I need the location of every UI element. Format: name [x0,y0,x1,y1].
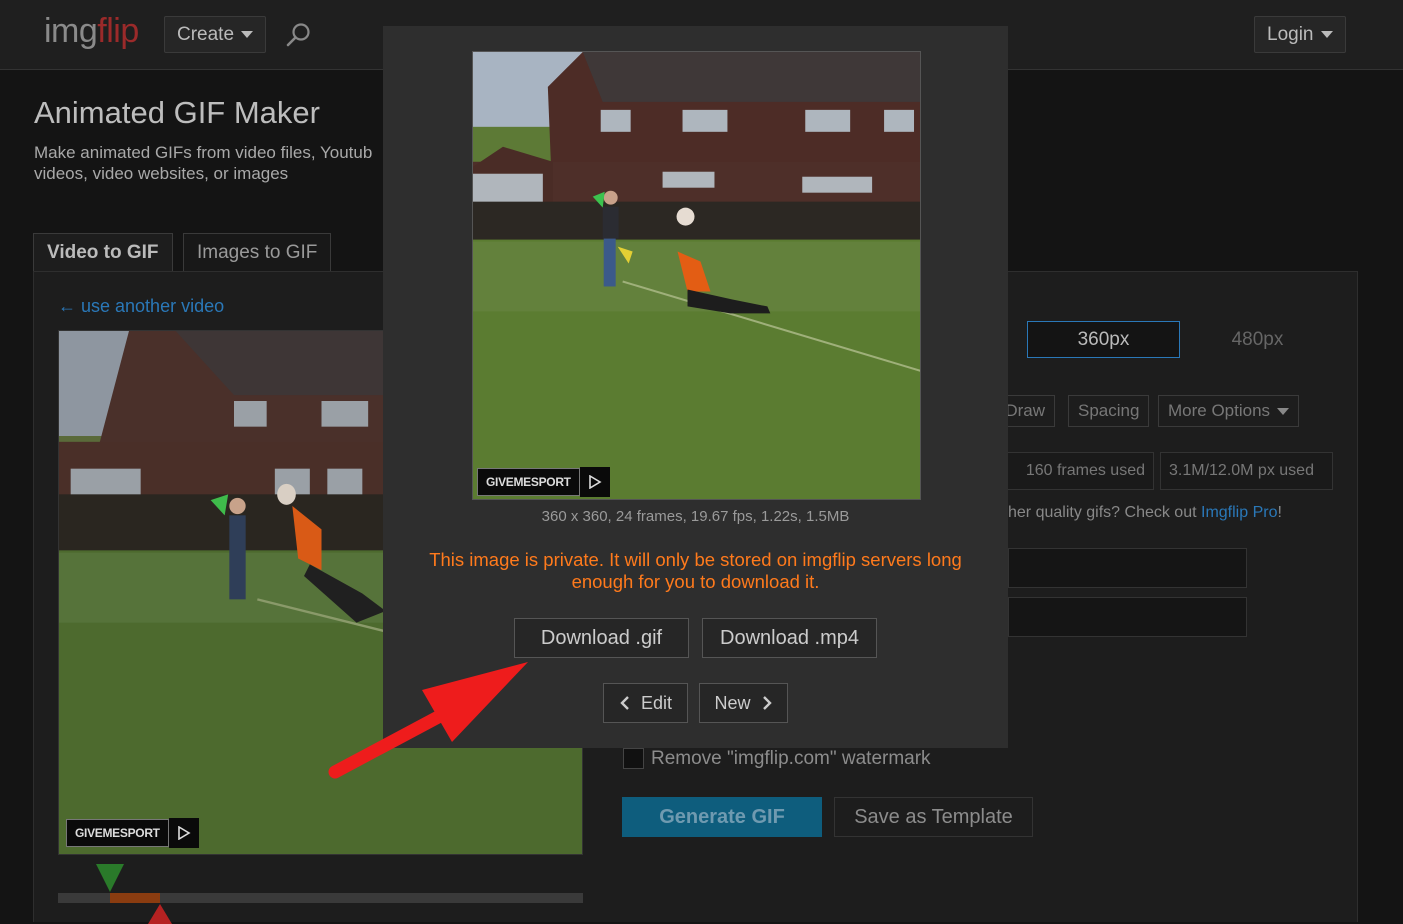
givemesport-watermark: GIVEMESPORT [66,818,199,848]
caret-down-icon [1320,31,1333,38]
page-subtitle: Make animated GIFs from video files, You… [34,143,373,183]
spacing-button[interactable]: Spacing [1068,395,1150,427]
tab-video-to-gif[interactable]: Video to GIF [33,233,173,271]
download-gif-button[interactable]: Download .gif [514,618,689,658]
imgflip-pro-link[interactable]: Imgflip Pro [1201,504,1277,521]
start-marker-handle[interactable] [96,864,124,892]
save-as-template-button[interactable]: Save as Template [834,797,1033,837]
timeline-selection[interactable] [110,893,160,903]
pixels-used-stat: 3.1M/12.0M px used [1160,452,1333,490]
gif-result-modal: GIVEMESPORT 360 x 360, 24 frames, 19.67 … [383,26,1008,748]
gif-info-text: 360 x 360, 24 frames, 19.67 fps, 1.22s, … [541,508,850,525]
chevron-left-icon [620,696,629,710]
download-mp4-button[interactable]: Download .mp4 [702,618,877,658]
end-marker-handle[interactable] [148,904,172,924]
create-menu-button[interactable]: Create [164,16,267,53]
page-title: Animated GIF Maker [34,95,320,130]
generated-gif-preview: GIVEMESPORT [472,51,921,500]
pro-upsell-text: her quality gifs? Check out Imgflip Pro! [1008,504,1282,521]
chevron-right-icon [762,696,772,710]
play-icon [168,818,199,848]
play-icon [579,467,610,497]
use-another-video-link[interactable]: ← use another video [58,296,224,317]
givemesport-watermark: GIVEMESPORT [477,467,610,497]
search-icon[interactable] [286,22,312,48]
imgflip-logo[interactable]: imgflip [44,12,139,51]
private-warning-text: This image is private. It will only be s… [429,549,962,592]
caret-down-icon [241,31,254,38]
login-button[interactable]: Login [1254,16,1346,53]
size-option-480[interactable]: 480px [1210,321,1305,358]
size-option-360[interactable]: 360px [1027,321,1180,358]
more-options-button[interactable]: More Options [1158,395,1300,427]
caption-field-1[interactable] [1008,548,1247,588]
tab-images-to-gif[interactable]: Images to GIF [183,233,332,271]
edit-button[interactable]: Edit [603,683,688,723]
remove-watermark-label: Remove "imgflip.com" watermark [651,748,931,769]
frames-used-stat: 160 frames used [990,452,1154,490]
generate-gif-button[interactable]: Generate GIF [622,797,822,837]
caret-down-icon [1277,407,1290,415]
remove-watermark-checkbox[interactable] [623,748,644,769]
caption-field-2[interactable] [1008,597,1247,637]
new-button[interactable]: New [699,683,788,723]
